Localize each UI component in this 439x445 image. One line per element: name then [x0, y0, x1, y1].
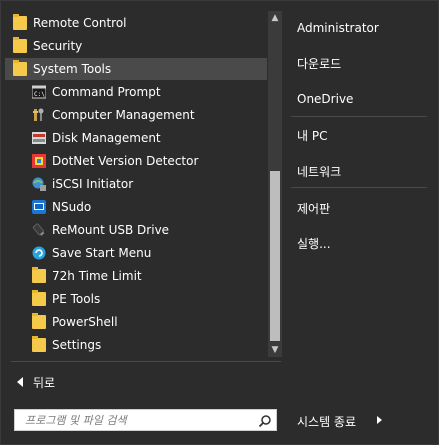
right-item-label: 실행... [297, 236, 331, 251]
folder-icon [32, 267, 46, 283]
usb-icon [32, 223, 46, 237]
nsudo-icon [32, 200, 46, 214]
disk-management-icon [32, 131, 46, 145]
search-input[interactable] [25, 412, 250, 428]
svg-text:C:\: C:\ [34, 91, 45, 98]
program-item-remote-control[interactable]: Remote Control [5, 12, 267, 34]
program-item-label: iSCSI Initiator [52, 177, 134, 191]
program-item-remount-usb-drive[interactable]: ReMount USB Drive [5, 219, 267, 241]
back-label: 뒤로 [33, 375, 56, 390]
right-item-label: 네트워크 [297, 164, 342, 179]
divider [291, 116, 427, 117]
right-item-label: Administrator [297, 21, 379, 35]
program-item-command-prompt[interactable]: C:\ Command Prompt [5, 81, 267, 103]
program-item-pe-tools[interactable]: PE Tools [5, 288, 267, 310]
right-item-onedrive[interactable]: OneDrive [297, 89, 353, 109]
program-item-label: PowerShell [52, 315, 118, 329]
programs-scrollbar[interactable]: ▲ ▼ [268, 11, 282, 357]
program-item-powershell[interactable]: PowerShell [5, 311, 267, 333]
programs-list: Remote Control Security System Tools C:\… [5, 9, 267, 357]
folder-icon [32, 313, 46, 329]
program-item-iscsi-initiator[interactable]: iSCSI Initiator [5, 173, 267, 195]
divider [291, 187, 427, 188]
program-item-label: Settings [52, 338, 102, 352]
program-item-computer-management[interactable]: Computer Management [5, 104, 267, 126]
program-item-settings[interactable]: Settings [5, 334, 267, 356]
program-item-label: 72h Time Limit [52, 269, 142, 283]
shutdown-label: 시스템 종료 [297, 414, 357, 429]
right-item-downloads[interactable]: 다운로드 [297, 53, 341, 73]
start-menu: Remote Control Security System Tools C:\… [0, 0, 439, 445]
right-item-label: 다운로드 [297, 56, 342, 71]
program-item-disk-management[interactable]: Disk Management [5, 127, 267, 149]
program-item-security[interactable]: Security [5, 35, 267, 57]
search-box[interactable] [14, 409, 277, 431]
command-prompt-icon: C:\ [31, 85, 47, 99]
program-item-label: NSudo [52, 200, 92, 214]
program-item-label: Command Prompt [52, 85, 161, 99]
triangle-left-icon [17, 377, 23, 387]
right-item-run[interactable]: 실행... [297, 233, 331, 253]
program-item-label: DotNet Version Detector [52, 154, 199, 168]
scroll-thumb[interactable] [270, 171, 280, 341]
program-item-label: Disk Management [52, 131, 161, 145]
back-button[interactable]: 뒤로 [13, 372, 133, 392]
shutdown-button[interactable]: 시스템 종료 [297, 412, 356, 430]
folder-icon [32, 290, 46, 306]
computer-management-icon [32, 108, 46, 122]
program-item-label: ReMount USB Drive [52, 223, 170, 237]
folder-icon [13, 37, 27, 53]
dotnet-icon [32, 154, 46, 168]
program-item-system-tools[interactable]: System Tools [5, 58, 267, 80]
program-item-label: Computer Management [52, 108, 195, 122]
folder-icon [13, 60, 27, 76]
program-item-label: PE Tools [52, 292, 101, 306]
program-item-label: Save Start Menu [52, 246, 152, 260]
right-item-label: 제어판 [297, 201, 331, 216]
folder-icon [32, 336, 46, 352]
right-item-this-pc[interactable]: 내 PC [297, 125, 327, 145]
program-item-72h-time-limit[interactable]: 72h Time Limit [5, 265, 267, 287]
divider [11, 361, 281, 362]
right-item-control-panel[interactable]: 제어판 [297, 198, 330, 218]
folder-icon [13, 14, 27, 30]
program-item-save-start-menu[interactable]: Save Start Menu [5, 242, 267, 264]
program-item-dotnet-version-detector[interactable]: DotNet Version Detector [5, 150, 267, 172]
iscsi-icon [32, 177, 46, 191]
program-item-label: System Tools [33, 62, 112, 76]
scroll-down-icon[interactable]: ▼ [268, 343, 282, 357]
scroll-up-icon[interactable]: ▲ [268, 11, 282, 25]
save-start-menu-icon [32, 246, 46, 260]
right-item-label: OneDrive [297, 92, 354, 106]
search-icon[interactable] [258, 413, 272, 428]
right-item-administrator[interactable]: Administrator [297, 18, 379, 38]
right-item-label: 내 PC [297, 128, 328, 143]
program-item-label: Remote Control [33, 16, 127, 30]
shutdown-options-icon[interactable] [377, 416, 382, 424]
right-item-network[interactable]: 네트워크 [297, 161, 341, 181]
program-item-nsudo[interactable]: NSudo [5, 196, 267, 218]
program-item-label: Security [33, 39, 83, 53]
